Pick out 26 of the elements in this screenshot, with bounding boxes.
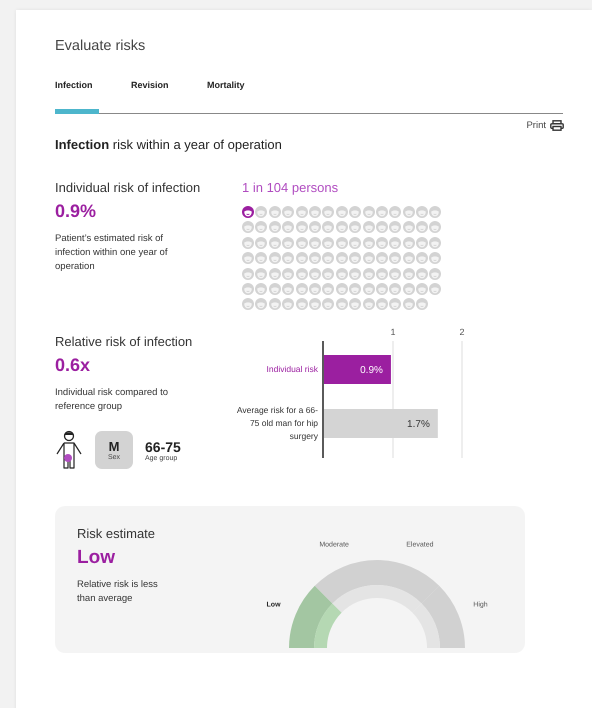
person-icon — [55, 430, 83, 470]
bar-label: Individual risk — [266, 363, 318, 376]
metric-value: 0.6x — [55, 355, 92, 376]
bar-label: Average risk for a 66-75 old man for hip surgery — [236, 404, 318, 444]
print-button[interactable]: Print — [526, 120, 564, 131]
tick-label: 2 — [460, 327, 464, 338]
sex-value: M — [108, 439, 120, 454]
section-heading: Infection risk within a year of operation — [55, 137, 283, 152]
page-title: Evaluate risks — [55, 38, 146, 54]
metric-title: Relative risk of infection — [55, 334, 194, 350]
tab[interactable]: Revision — [131, 80, 175, 114]
value-label: 0.9% — [360, 365, 383, 376]
metric-title: Individual risk of infection — [55, 180, 202, 195]
tick-label: 1 — [390, 327, 396, 338]
tab[interactable]: Infection — [55, 80, 99, 114]
value-label: 1.7% — [407, 419, 430, 430]
ratio-text: 1 in 104 persons — [242, 180, 340, 195]
printer-icon — [550, 120, 564, 131]
risk-description: Relative risk is less than average — [77, 578, 159, 606]
metric-value: 0.9% — [55, 201, 98, 222]
card-title: Risk estimate — [77, 526, 156, 542]
risk-level: Low — [77, 547, 116, 570]
tab[interactable]: Mortality — [207, 80, 251, 114]
metric-description: Individual risk compared to reference group — [55, 386, 169, 414]
metric-description: Patient’s estimated risk of infection within one year of operation — [55, 232, 168, 274]
age-value: 66-75 — [145, 438, 181, 455]
